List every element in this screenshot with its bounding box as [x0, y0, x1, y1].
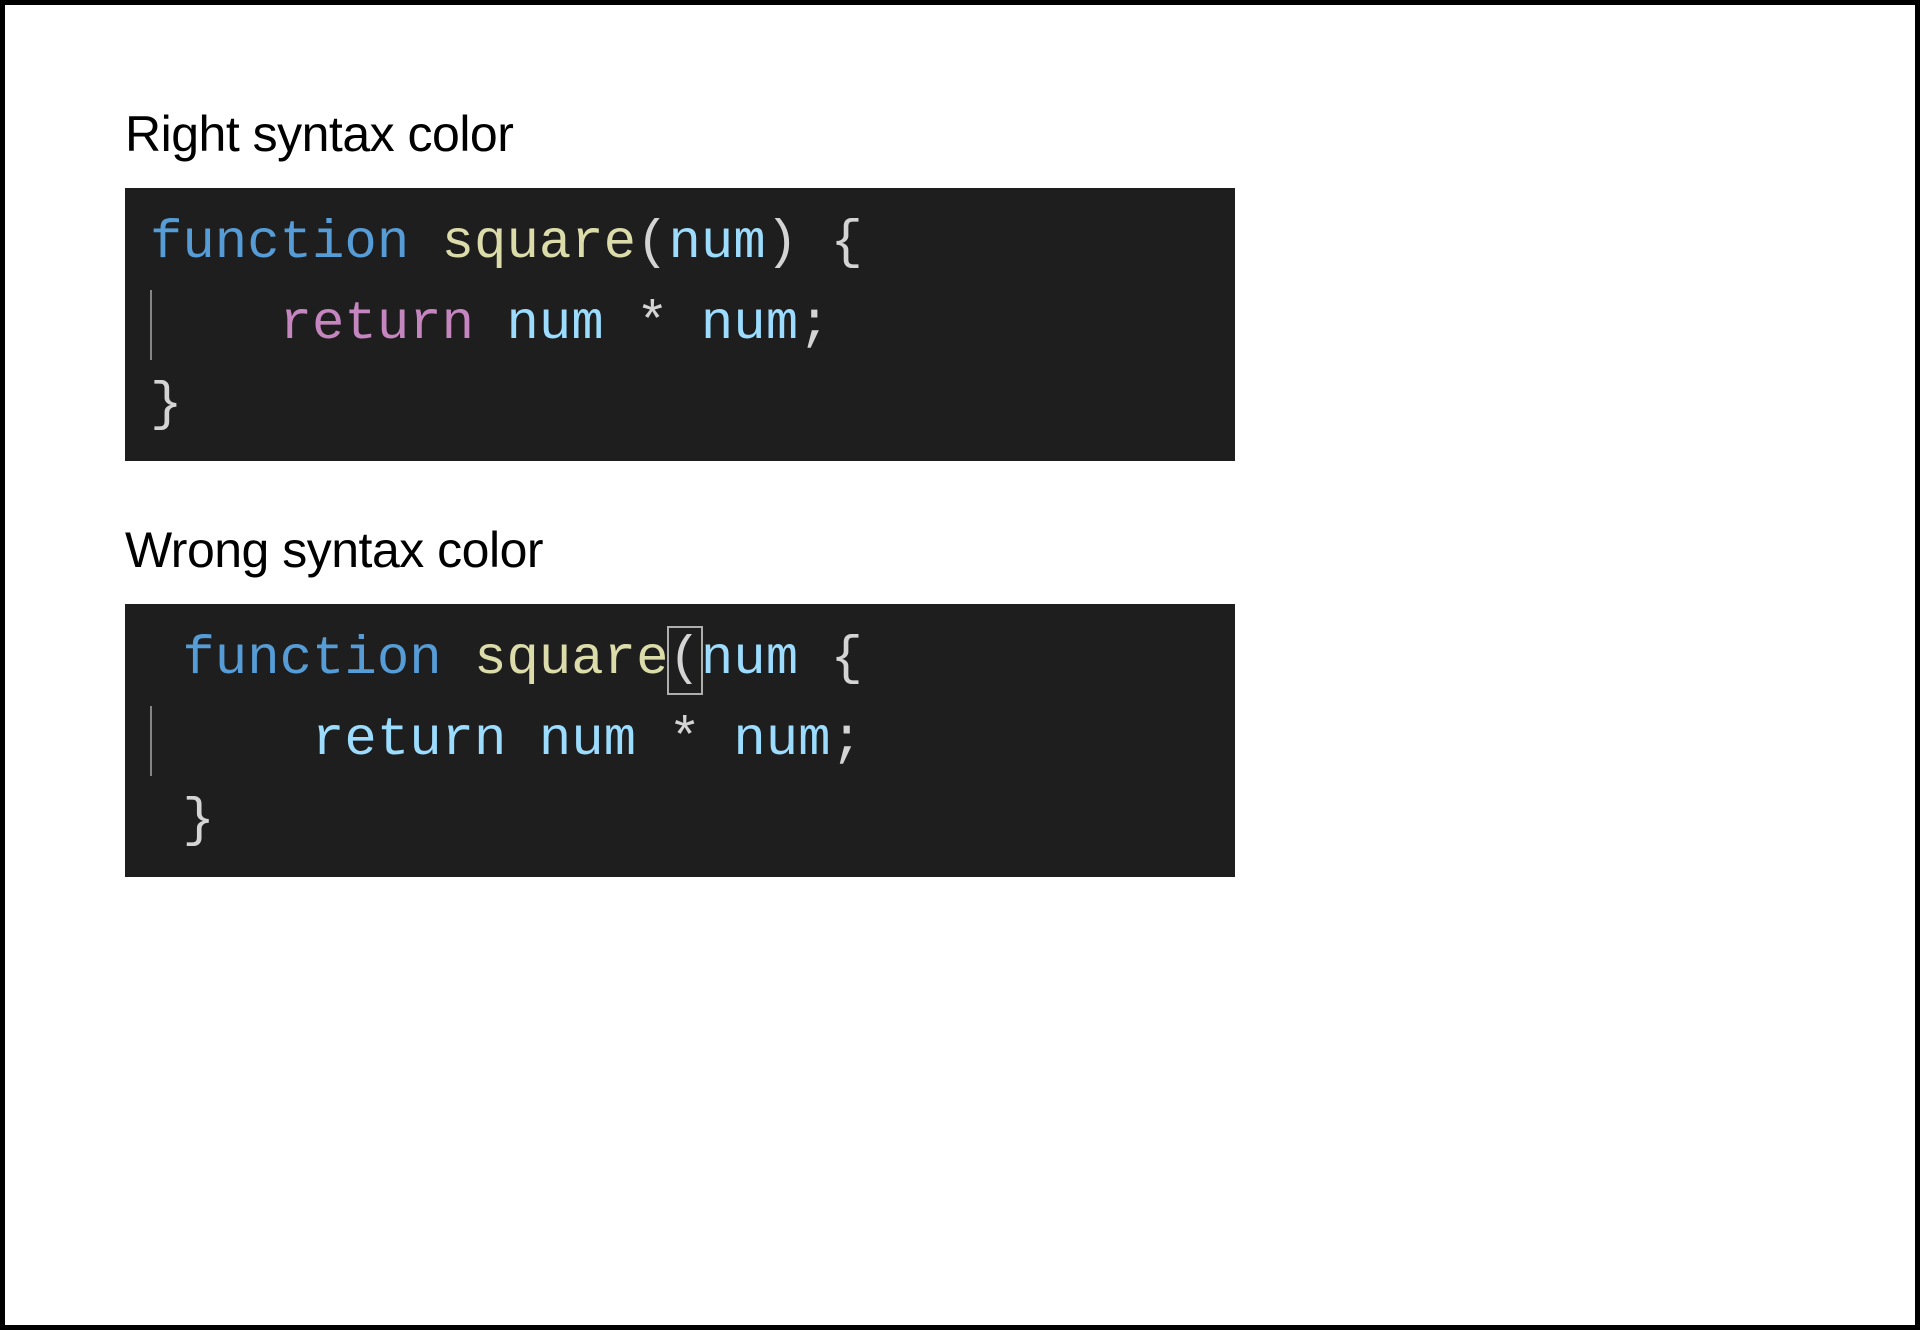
code-line-3: } — [150, 781, 1210, 862]
operator-multiply: * — [636, 294, 668, 355]
wrong-code-block: function square(num { return num * num; … — [125, 604, 1235, 877]
left-paren: ( — [636, 213, 668, 274]
indent-guide-icon — [150, 290, 152, 360]
wrong-syntax-section: Wrong syntax color function square(num {… — [125, 521, 1795, 877]
right-paren: ) — [766, 213, 798, 274]
right-section-title: Right syntax color — [125, 105, 1795, 163]
parameter: num — [669, 213, 766, 274]
keyword-return-wrong-color: return — [312, 710, 506, 771]
function-name: square — [474, 629, 668, 690]
keyword-function: function — [182, 629, 441, 690]
right-brace: } — [182, 791, 214, 852]
leading-space — [150, 791, 182, 852]
indent-guide-icon — [150, 706, 152, 776]
semicolon: ; — [798, 294, 830, 355]
indent — [150, 294, 280, 355]
parameter: num — [701, 629, 798, 690]
leading-space — [150, 710, 182, 771]
space — [474, 294, 506, 355]
keyword-function: function — [150, 213, 409, 274]
variable: num — [733, 710, 830, 771]
space — [409, 213, 441, 274]
wrong-section-title: Wrong syntax color — [125, 521, 1795, 579]
space — [604, 294, 636, 355]
code-line-3: } — [150, 365, 1210, 446]
variable: num — [539, 710, 636, 771]
variable: num — [506, 294, 603, 355]
leading-space — [150, 629, 182, 690]
code-line-1: function square(num { — [150, 619, 1210, 700]
keyword-return: return — [280, 294, 474, 355]
code-line-1: function square(num) { — [150, 203, 1210, 284]
left-paren: ( — [669, 629, 701, 690]
code-line-2: return num * num; — [150, 284, 1210, 365]
space — [798, 213, 830, 274]
space — [798, 629, 830, 690]
space — [506, 710, 538, 771]
right-code-block: function square(num) { return num * num;… — [125, 188, 1235, 461]
space — [669, 294, 701, 355]
code-line-2: return num * num; — [150, 700, 1210, 781]
right-brace: } — [150, 375, 182, 436]
left-brace: { — [831, 629, 863, 690]
cursor-highlight-icon: ( — [667, 626, 703, 695]
indent — [182, 710, 312, 771]
right-syntax-section: Right syntax color function square(num) … — [125, 105, 1795, 461]
operator-multiply: * — [669, 710, 701, 771]
semicolon: ; — [831, 710, 863, 771]
space — [636, 710, 668, 771]
left-brace: { — [831, 213, 863, 274]
space — [442, 629, 474, 690]
variable: num — [701, 294, 798, 355]
function-name: square — [442, 213, 636, 274]
space — [701, 710, 733, 771]
